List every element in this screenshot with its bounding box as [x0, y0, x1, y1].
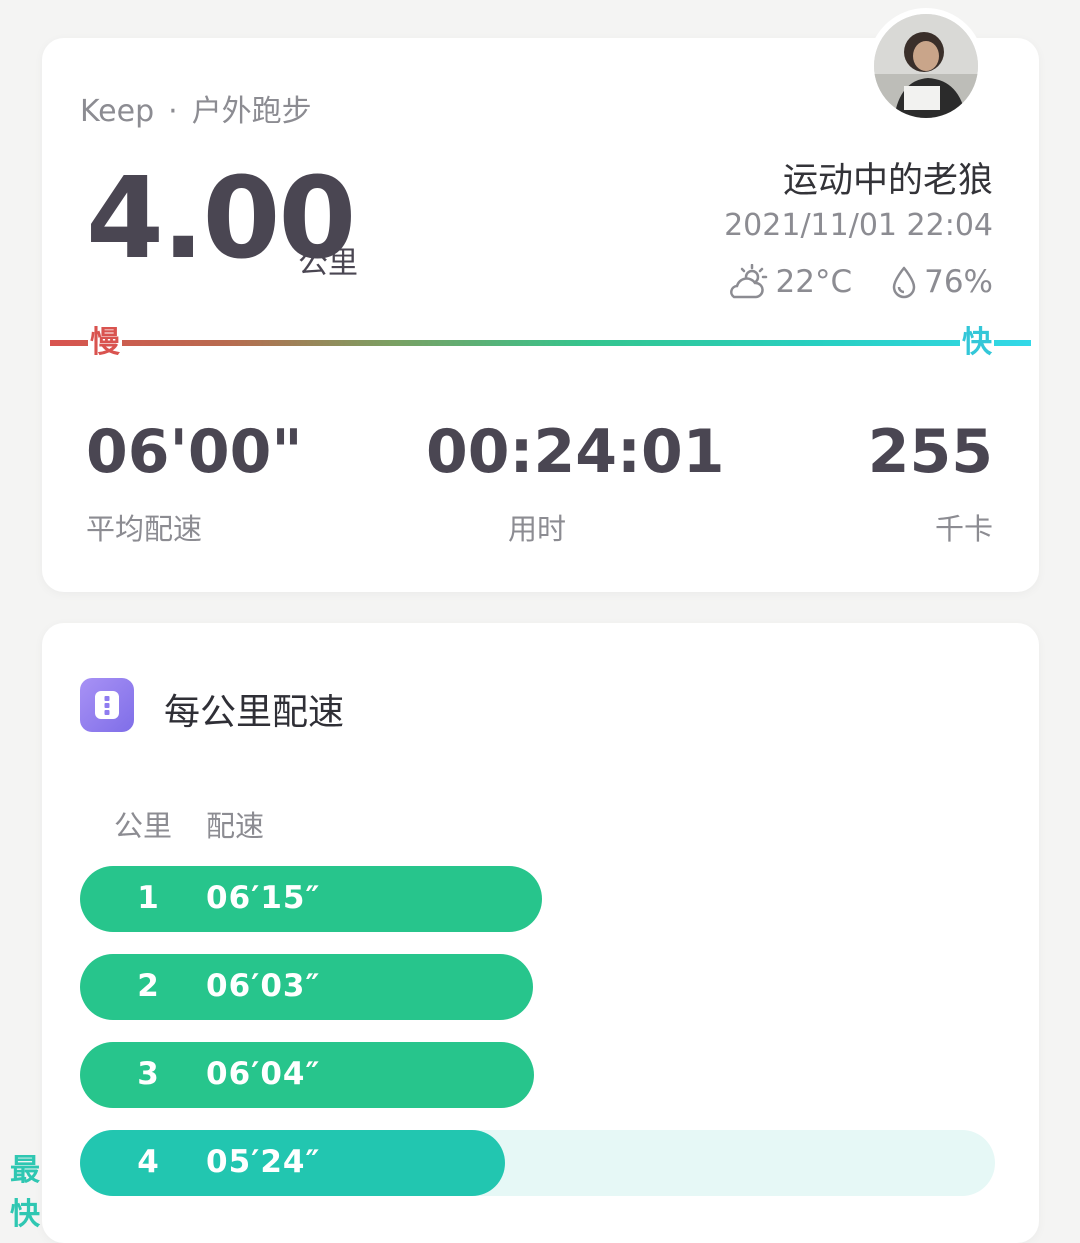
pace-list-icon [80, 678, 134, 732]
duration-value: 00:24:01 [426, 417, 725, 487]
row-pace: 05′24″ [206, 1144, 321, 1180]
humidity: 76% [924, 264, 993, 300]
water-drop-icon [890, 265, 918, 299]
row-km: 2 [137, 968, 159, 1004]
fast-label: 快 [960, 325, 994, 360]
row-pace: 06′15″ [206, 880, 321, 916]
row-km: 4 [137, 1144, 159, 1180]
row-km: 1 [137, 880, 159, 916]
row-km: 3 [137, 1056, 159, 1092]
slow-label: 慢 [88, 325, 122, 360]
calories-label: 千卡 [934, 512, 993, 546]
activity-source: Keep · 户外跑步 [80, 86, 312, 130]
row-pace: 06′04″ [206, 1056, 321, 1092]
pace-per-km-card: 每公里配速 公里 配速 1 06′15″ 2 06′03″ 3 06′04″ 4 05′24″… [10, 623, 1039, 1243]
column-header-pace: 配速 [206, 809, 265, 843]
pace-section-title: 每公里配速 [164, 692, 345, 733]
activity-datetime: 2021/11/01 22:04 [724, 208, 993, 243]
column-header-km: 公里 [114, 809, 173, 843]
username: 运动中的老狼 [782, 161, 993, 201]
temperature: 22°C [775, 264, 853, 300]
weather-info: 22°C 76% [726, 264, 993, 300]
calories-value: 255 [867, 417, 993, 487]
app-name: Keep [80, 94, 155, 129]
distance-unit: 公里 [298, 246, 358, 281]
sport-type: 户外跑步 [191, 94, 312, 129]
avatar[interactable] [868, 8, 984, 124]
partly-cloudy-icon [726, 264, 770, 300]
duration-label: 用时 [508, 512, 567, 546]
separator-dot: · [168, 94, 178, 129]
pace-gradient-bar [50, 340, 1031, 346]
row-pace: 06′03″ [206, 968, 321, 1004]
avg-pace-value: 06'00" [86, 417, 303, 487]
avg-pace-label: 平均配速 [86, 512, 203, 546]
fastest-tag: 最快 [10, 1153, 40, 1232]
run-summary-card: Keep · 户外跑步 4.00 公里 运动中的老狼 2021/11/01 22:0… [42, 8, 1039, 592]
